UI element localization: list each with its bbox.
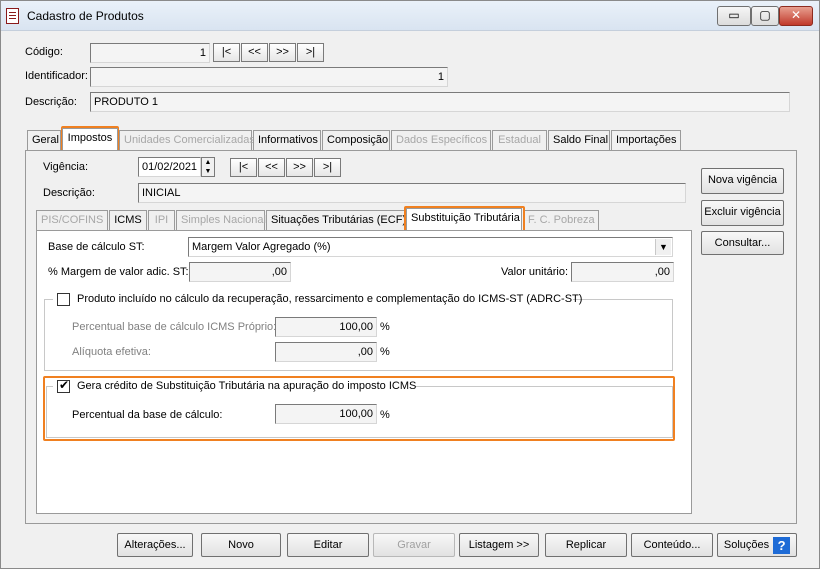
close-icon: ✕ — [790, 8, 802, 22]
last-record-button[interactable]: >| — [297, 43, 324, 62]
close-button[interactable]: ✕ — [779, 6, 813, 26]
restore-icon: ▢ — [759, 8, 771, 22]
listagem-button[interactable]: Listagem >> — [459, 533, 539, 557]
novo-button[interactable]: Novo — [201, 533, 281, 557]
window: Cadastro de Produtos ▭ ▢ ✕ Código: 1 |< … — [0, 0, 820, 569]
tab-impostos[interactable]: Impostos — [62, 128, 118, 150]
conteudo-button[interactable]: Conteúdo... — [631, 533, 713, 557]
tab-estadual[interactable]: Estadual — [492, 130, 547, 150]
subtab-simples-nacional[interactable]: Simples Nacional — [176, 210, 266, 230]
prev-record-button[interactable]: << — [241, 43, 268, 62]
main-tabs: Geral Impostos Unidades Comercializadas … — [27, 128, 727, 151]
margem-field[interactable]: ,00 — [189, 262, 291, 282]
subtab-ipi[interactable]: IPI — [148, 210, 175, 230]
tab-saldo-final[interactable]: Saldo Final — [548, 130, 610, 150]
chevron-down-icon[interactable]: ▼ — [655, 239, 671, 255]
base-calculo-value: Margem Valor Agregado (%) — [192, 241, 331, 253]
perc-bc-percent: % — [380, 409, 390, 421]
solucoes-label: Soluções — [723, 539, 770, 551]
impostos-descricao-label: Descrição: — [43, 187, 95, 199]
identificador-field[interactable]: 1 — [90, 67, 448, 87]
descricao-label: Descrição: — [25, 96, 77, 108]
alteracoes-button[interactable]: Alterações... — [117, 533, 193, 557]
spin-up-icon[interactable]: ▲ — [202, 158, 214, 167]
replicar-button[interactable]: Replicar — [545, 533, 627, 557]
perc-bc-label: Percentual da base de cálculo: — [72, 409, 223, 421]
app-document-icon — [6, 8, 19, 24]
minimize-button[interactable]: ▭ — [717, 6, 751, 26]
perc-bc-field[interactable]: 100,00 — [275, 404, 377, 424]
tab-importacoes[interactable]: Importações — [611, 130, 681, 150]
adrc-checkbox[interactable] — [57, 293, 70, 306]
consultar-button[interactable]: Consultar... — [701, 231, 784, 255]
impostos-descricao-field[interactable]: INICIAL — [138, 183, 686, 203]
nova-vigencia-button[interactable]: Nova vigência — [701, 168, 784, 194]
window-title: Cadastro de Produtos — [27, 9, 144, 23]
codigo-field[interactable]: 1 — [90, 43, 210, 63]
subtab-situacoes-tributarias[interactable]: Situações Tributárias (ECF) — [266, 210, 406, 230]
tab-geral[interactable]: Geral — [27, 130, 61, 150]
valor-unitario-label: Valor unitário: — [501, 266, 569, 278]
vigencia-first-button[interactable]: |< — [230, 158, 257, 177]
descricao-field[interactable]: PRODUTO 1 — [90, 92, 790, 112]
tab-informativos[interactable]: Informativos — [253, 130, 321, 150]
restore-button[interactable]: ▢ — [751, 6, 779, 26]
tab-dados-especificos[interactable]: Dados Específicos — [391, 130, 491, 150]
gera-credito-label: Gera crédito de Substituição Tributária … — [77, 380, 417, 392]
impostos-subtabs: PIS/COFINS ICMS IPI Simples Nacional Sit… — [36, 208, 636, 230]
perc-base-icms-percent: % — [380, 321, 390, 333]
help-icon: ? — [773, 536, 791, 554]
perc-base-icms-field[interactable]: 100,00 — [275, 317, 377, 337]
aliquota-percent: % — [380, 346, 390, 358]
perc-base-icms-label: Percentual base de cálculo ICMS Próprio: — [72, 321, 277, 333]
subtab-pis-cofins[interactable]: PIS/COFINS — [36, 210, 108, 230]
solucoes-button[interactable]: Soluções? — [717, 533, 797, 557]
vigencia-next-button[interactable]: >> — [286, 158, 313, 177]
vigencia-last-button[interactable]: >| — [314, 158, 341, 177]
spin-down-icon[interactable]: ▼ — [202, 167, 214, 176]
gravar-button[interactable]: Gravar — [373, 533, 455, 557]
vigencia-prev-button[interactable]: << — [258, 158, 285, 177]
gera-credito-legend: Gera crédito de Substituição Tributária … — [53, 378, 417, 395]
gera-credito-checkbox[interactable] — [57, 378, 70, 393]
adrc-legend: Produto incluído no cálculo da recuperaç… — [53, 292, 582, 308]
base-calculo-select[interactable]: Margem Valor Agregado (%) ▼ — [188, 237, 673, 257]
subtab-fc-pobreza[interactable]: F. C. Pobreza — [523, 210, 599, 230]
aliquota-field[interactable]: ,00 — [275, 342, 377, 362]
adrc-label: Produto incluído no cálculo da recuperaç… — [77, 293, 583, 305]
tab-unidades-comercializadas[interactable]: Unidades Comercializadas — [119, 130, 255, 150]
editar-button[interactable]: Editar — [287, 533, 369, 557]
next-record-button[interactable]: >> — [269, 43, 296, 62]
margem-label: % Margem de valor adic. ST: — [48, 266, 189, 278]
vigencia-spinner[interactable]: ▲ ▼ — [201, 157, 215, 177]
first-record-button[interactable]: |< — [213, 43, 240, 62]
aliquota-label: Alíquota efetiva: — [72, 346, 151, 358]
excluir-vigencia-button[interactable]: Excluir vigência — [701, 200, 784, 226]
base-calculo-label: Base de cálculo ST: — [48, 241, 145, 253]
tab-composicao[interactable]: Composição — [322, 130, 390, 150]
valor-unitario-field[interactable]: ,00 — [571, 262, 674, 282]
codigo-label: Código: — [25, 46, 63, 58]
subtab-substituicao-tributaria[interactable]: Substituição Tributária — [406, 208, 522, 230]
title-bar: Cadastro de Produtos ▭ ▢ ✕ — [1, 1, 819, 31]
minimize-icon: ▭ — [728, 8, 740, 22]
vigencia-label: Vigência: — [43, 161, 89, 173]
identificador-label: Identificador: — [25, 70, 88, 82]
vigencia-field[interactable]: 01/02/2021 — [138, 157, 201, 177]
subtab-icms[interactable]: ICMS — [109, 210, 147, 230]
